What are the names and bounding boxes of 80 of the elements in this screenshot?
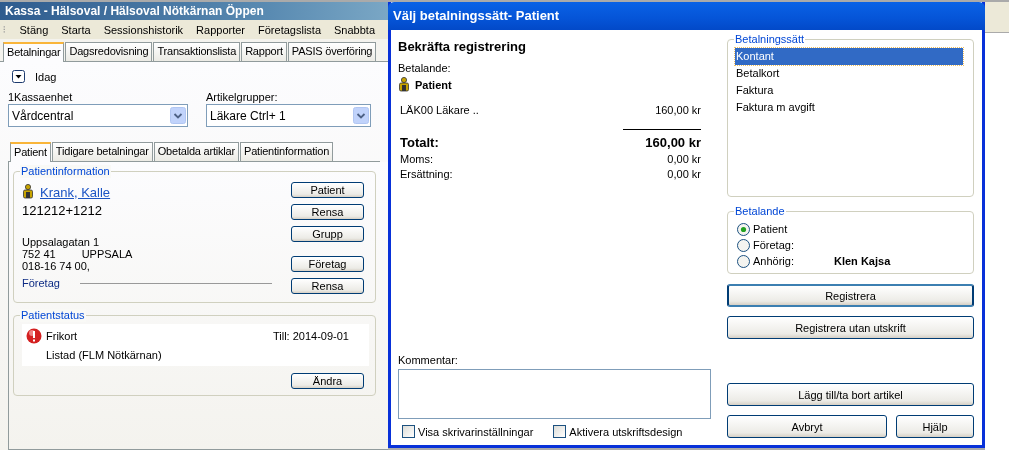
button[interactable]: Registrera utan utskrift — [727, 316, 974, 339]
tab[interactable]: Patientinformation — [240, 142, 334, 161]
payer-name: Patient — [415, 79, 452, 91]
detail-label: Ersättning: — [400, 168, 453, 180]
tab[interactable]: Dagsredovisning — [65, 42, 153, 61]
patient-id: 121212+1212 — [22, 203, 103, 218]
menu-item[interactable]: Sessionshistorik — [103, 23, 192, 36]
button[interactable]: Registrera — [727, 284, 974, 307]
edit-button[interactable]: Ändra — [291, 373, 364, 389]
checkbox-label: Aktivera utskriftsdesign — [569, 425, 683, 438]
tab[interactable]: Tidigare betalningar — [51, 142, 153, 161]
tab[interactable]: Rapport — [241, 42, 287, 61]
menu-item[interactable]: Företagslista — [258, 23, 329, 36]
list-item[interactable]: Faktura m avgift — [735, 99, 963, 116]
button[interactable]: Hjälp — [896, 415, 974, 438]
person-icon — [22, 184, 34, 200]
field-label: 1Kassaenhet — [8, 91, 74, 103]
button[interactable]: Avbryt — [727, 415, 887, 438]
total-label: Totalt: — [400, 135, 439, 150]
group-title: Betalande — [734, 205, 786, 218]
list-item[interactable]: Kontant — [735, 48, 963, 65]
item-label: LÄK00 Läkare .. — [400, 104, 479, 116]
group-title: Patientstatus — [20, 309, 86, 322]
checkbox-label: Visa skrivarinställningar — [418, 425, 534, 438]
list-item[interactable]: Faktura — [735, 82, 963, 99]
article-group-dropdown[interactable]: Läkare Ctrl+ 1 — [206, 104, 371, 127]
list-item[interactable]: Betalkort — [735, 65, 963, 82]
radio-button[interactable] — [737, 238, 750, 252]
detail-amount: 0,00 kr — [667, 168, 701, 180]
payer-label: Betalande: — [398, 62, 452, 74]
total-amount: 160,00 kr — [645, 135, 701, 150]
button[interactable]: Grupp — [291, 226, 364, 242]
menu-item[interactable]: Stäng — [19, 23, 57, 36]
detail-label: Moms: — [400, 153, 433, 165]
tab[interactable]: PASIS överföring — [287, 42, 377, 61]
menu-item[interactable]: Rapporter — [196, 23, 254, 36]
button[interactable]: Företag — [291, 256, 364, 272]
button[interactable]: Patient — [291, 182, 364, 198]
button[interactable]: Rensa — [291, 278, 364, 294]
chevron-down-icon — [353, 107, 369, 124]
radio-button[interactable] — [737, 254, 750, 268]
street-address: Uppsalagatan 1 — [22, 236, 101, 248]
tab[interactable]: Betalningar — [3, 42, 65, 62]
checkbox[interactable] — [402, 425, 415, 438]
dialog-title: Välj betalningssätt- Patient — [388, 2, 985, 30]
patient-name-link[interactable]: Krank, Kalle — [40, 184, 111, 200]
window-title: Kassa - Hälsoval / Hälsoval Nötkärnan Öppen — [0, 2, 388, 20]
detail-amount: 0,00 kr — [667, 153, 701, 165]
dropdown-toggle-icon — [12, 70, 25, 83]
item-amount: 160,00 kr — [655, 104, 701, 116]
tab[interactable]: Patient — [10, 142, 51, 162]
person-icon — [398, 77, 410, 93]
tab[interactable]: Transaktionslista — [153, 42, 241, 61]
radio-label: Företag: — [753, 239, 795, 251]
radio-label: Patient — [753, 223, 789, 235]
checkbox[interactable] — [553, 425, 567, 438]
status-date: Till: 2014-09-01 — [272, 329, 350, 342]
cash-unit-dropdown[interactable]: Vårdcentral — [8, 104, 188, 127]
city: UPPSALA — [81, 248, 133, 260]
menu-item[interactable]: Starta — [61, 23, 99, 36]
comment-field[interactable] — [398, 369, 711, 419]
field-label: Artikelgrupper: — [206, 91, 279, 103]
postcode: 752 41 — [22, 248, 56, 260]
tab[interactable]: Obetalda artiklar — [153, 142, 239, 161]
radio-label: Anhörig: — [753, 255, 795, 267]
company-label: Företag — [22, 277, 60, 289]
status-text: Frikort — [46, 329, 79, 342]
menu-item[interactable]: Snabbta — [334, 23, 383, 36]
date-filter-label: Idag — [35, 70, 57, 83]
chevron-down-icon — [170, 107, 186, 124]
radio-button[interactable] — [737, 222, 750, 236]
relative-name: Klen Kajsa — [834, 255, 891, 267]
status-text: Listad (FLM Nötkärnan) — [46, 348, 163, 361]
button[interactable]: Rensa — [291, 204, 364, 220]
comment-label: Kommentar: — [398, 354, 459, 366]
dialog-heading: Bekräfta registrering — [398, 39, 527, 54]
group-title: Betalningssätt — [734, 33, 806, 46]
group-title: Patientinformation — [20, 165, 111, 178]
button[interactable]: Lägg till/ta bort artikel — [727, 383, 974, 406]
phone-number: 018-16 74 00, — [22, 260, 91, 272]
